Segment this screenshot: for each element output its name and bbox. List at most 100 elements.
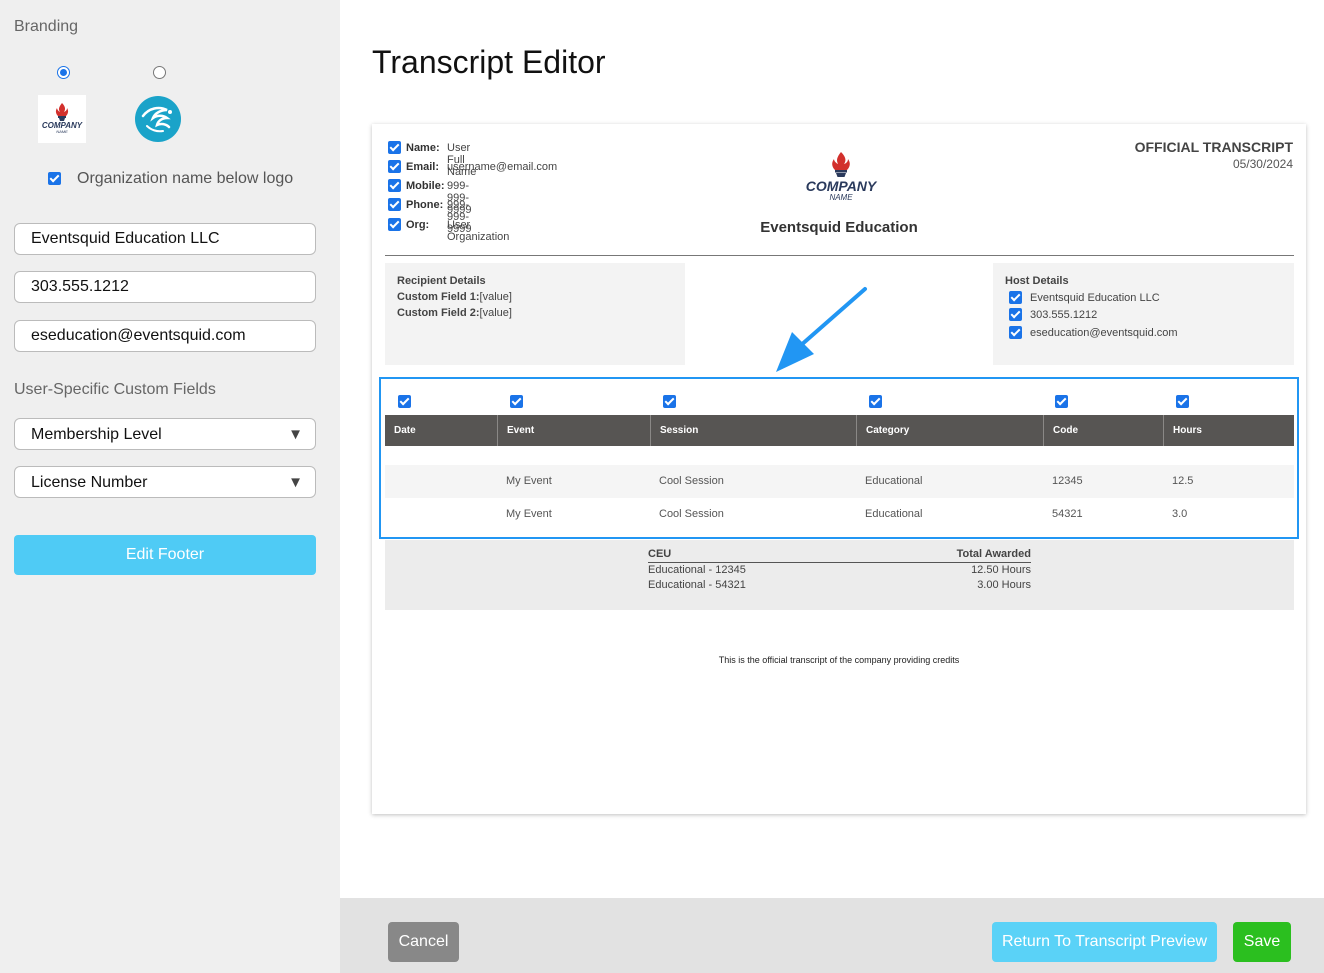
recipient-details-heading: Recipient Details bbox=[397, 275, 486, 287]
field-org-checkbox[interactable] bbox=[388, 218, 401, 231]
td-date bbox=[385, 465, 394, 498]
custom-field-2-value: License Number bbox=[31, 474, 148, 491]
org-name-below-logo-label: Organization name below logo bbox=[77, 170, 294, 187]
ceu-total-heading: Total Awarded bbox=[956, 548, 1031, 560]
td-hours: 3.0 bbox=[1172, 508, 1188, 520]
td-session: Cool Session bbox=[659, 475, 724, 487]
caret-down-icon: ▼ bbox=[288, 474, 303, 491]
td-category: Educational bbox=[865, 508, 923, 520]
ceu-summary: CEU Total Awarded Educational - 12345 12… bbox=[385, 540, 1294, 610]
td-code: 54321 bbox=[1052, 508, 1083, 520]
column-code-checkbox[interactable] bbox=[1055, 395, 1068, 408]
annotation-arrow-icon bbox=[776, 287, 867, 372]
custom-field-1-value: Membership Level bbox=[31, 426, 162, 443]
field-mobile-label: Mobile: bbox=[406, 180, 445, 192]
logo-option-1-radio[interactable] bbox=[57, 66, 70, 79]
field-name-checkbox[interactable] bbox=[388, 141, 401, 154]
email-input[interactable] bbox=[14, 320, 316, 352]
td-event: My Event bbox=[506, 508, 552, 520]
phone-input[interactable] bbox=[14, 271, 316, 303]
cf2-label: Custom Field 2: bbox=[397, 307, 480, 319]
svg-text:COMPANY: COMPANY bbox=[806, 178, 878, 194]
company-name-input[interactable] bbox=[14, 223, 316, 255]
org-title: Eventsquid Education bbox=[760, 219, 918, 236]
td-session: Cool Session bbox=[659, 508, 724, 520]
ceu-row-1-name: Educational - 12345 bbox=[648, 564, 746, 576]
svg-text:NAME: NAME bbox=[829, 193, 853, 202]
cf2-value: [value] bbox=[479, 307, 512, 319]
flame-logo-icon: COMPANY NAME bbox=[806, 152, 878, 202]
host-email-text: eseducation@eventsquid.com bbox=[1030, 327, 1178, 339]
field-email-checkbox[interactable] bbox=[388, 160, 401, 173]
action-bar: Cancel Return To Transcript Preview Save bbox=[340, 898, 1324, 973]
document-footer-text: This is the official transcript of the c… bbox=[718, 655, 960, 665]
custom-field-2-line: Custom Field 2:[value] bbox=[397, 307, 512, 319]
column-date-checkbox[interactable] bbox=[398, 395, 411, 408]
column-category-checkbox[interactable] bbox=[869, 395, 882, 408]
company-logo-thumbnail[interactable]: COMPANY NAME bbox=[38, 95, 86, 143]
svg-text:NAME: NAME bbox=[56, 129, 68, 134]
field-email-label: Email: bbox=[406, 161, 440, 173]
edit-footer-button[interactable]: Edit Footer bbox=[14, 535, 316, 575]
th-hours: Hours bbox=[1163, 415, 1294, 446]
caret-down-icon: ▼ bbox=[288, 426, 303, 443]
page-title: Transcript Editor bbox=[372, 44, 606, 80]
td-date bbox=[385, 498, 394, 531]
logo-option-2-radio[interactable] bbox=[153, 66, 166, 79]
transcript-date: 05/30/2024 bbox=[1232, 157, 1293, 171]
column-session-checkbox[interactable] bbox=[663, 395, 676, 408]
table-row: My Event Cool Session Educational 12345 … bbox=[385, 465, 1294, 498]
cf1-value: [value] bbox=[479, 291, 512, 303]
th-code: Code bbox=[1043, 415, 1163, 446]
custom-field-1-line: Custom Field 1:[value] bbox=[397, 291, 512, 303]
field-org-value: User Organization bbox=[447, 219, 510, 243]
field-name-label: Name: bbox=[406, 142, 440, 154]
recipient-details-panel: Recipient Details Custom Field 1:[value]… bbox=[385, 263, 685, 365]
squid-logo-thumbnail[interactable] bbox=[135, 96, 181, 142]
custom-field-2-select[interactable]: License Number ▼ bbox=[14, 466, 316, 498]
td-category: Educational bbox=[865, 475, 923, 487]
company-logo: COMPANY NAME bbox=[796, 150, 886, 208]
sidebar: Branding COMPANY NAME Organization name … bbox=[0, 0, 340, 973]
host-company-text: Eventsquid Education LLC bbox=[1030, 292, 1160, 304]
ceu-row-2-name: Educational - 54321 bbox=[648, 579, 746, 591]
org-name-below-logo-checkbox[interactable] bbox=[48, 172, 61, 185]
host-company-checkbox[interactable] bbox=[1009, 291, 1022, 304]
ceu-row-1-total: 12.50 Hours bbox=[971, 564, 1031, 576]
field-phone-label: Phone: bbox=[406, 199, 444, 211]
td-event: My Event bbox=[506, 475, 552, 487]
th-event: Event bbox=[497, 415, 650, 446]
ceu-divider bbox=[648, 562, 1031, 563]
flame-logo-icon: COMPANY NAME bbox=[42, 103, 83, 134]
td-hours: 12.5 bbox=[1172, 475, 1194, 487]
header-divider bbox=[385, 255, 1294, 256]
host-email-checkbox[interactable] bbox=[1009, 326, 1022, 339]
host-phone-text: 303.555.1212 bbox=[1030, 309, 1098, 321]
column-hours-checkbox[interactable] bbox=[1176, 395, 1189, 408]
td-code: 12345 bbox=[1052, 475, 1083, 487]
squid-logo-icon bbox=[135, 96, 181, 142]
th-session: Session bbox=[650, 415, 856, 446]
host-phone-checkbox[interactable] bbox=[1009, 308, 1022, 321]
field-phone-checkbox[interactable] bbox=[388, 198, 401, 211]
transcript-document: Name: User Full Name Email: username@ema… bbox=[372, 124, 1306, 814]
field-email-value: username@email.com bbox=[447, 161, 558, 173]
cf1-label: Custom Field 1: bbox=[397, 291, 480, 303]
branding-heading: Branding bbox=[14, 18, 79, 35]
save-button[interactable]: Save bbox=[1233, 922, 1291, 962]
table-header: Date Event Session Category Code Hours bbox=[385, 415, 1294, 446]
ceu-heading: CEU bbox=[648, 548, 672, 560]
custom-field-1-select[interactable]: Membership Level ▼ bbox=[14, 418, 316, 450]
host-details-panel: Host Details Eventsquid Education LLC 30… bbox=[993, 263, 1294, 365]
cancel-button[interactable]: Cancel bbox=[388, 922, 459, 962]
ceu-row-2-total: 3.00 Hours bbox=[977, 579, 1031, 591]
host-details-heading: Host Details bbox=[1005, 275, 1069, 287]
table-row: My Event Cool Session Educational 54321 … bbox=[385, 498, 1294, 531]
column-event-checkbox[interactable] bbox=[510, 395, 523, 408]
field-mobile-checkbox[interactable] bbox=[388, 179, 401, 192]
custom-fields-heading: User-Specific Custom Fields bbox=[14, 381, 216, 398]
return-to-preview-button[interactable]: Return To Transcript Preview bbox=[992, 922, 1217, 962]
th-category: Category bbox=[856, 415, 1043, 446]
field-org-label: Org: bbox=[406, 219, 430, 231]
official-transcript-title: OFFICIAL TRANSCRIPT bbox=[1134, 139, 1293, 155]
